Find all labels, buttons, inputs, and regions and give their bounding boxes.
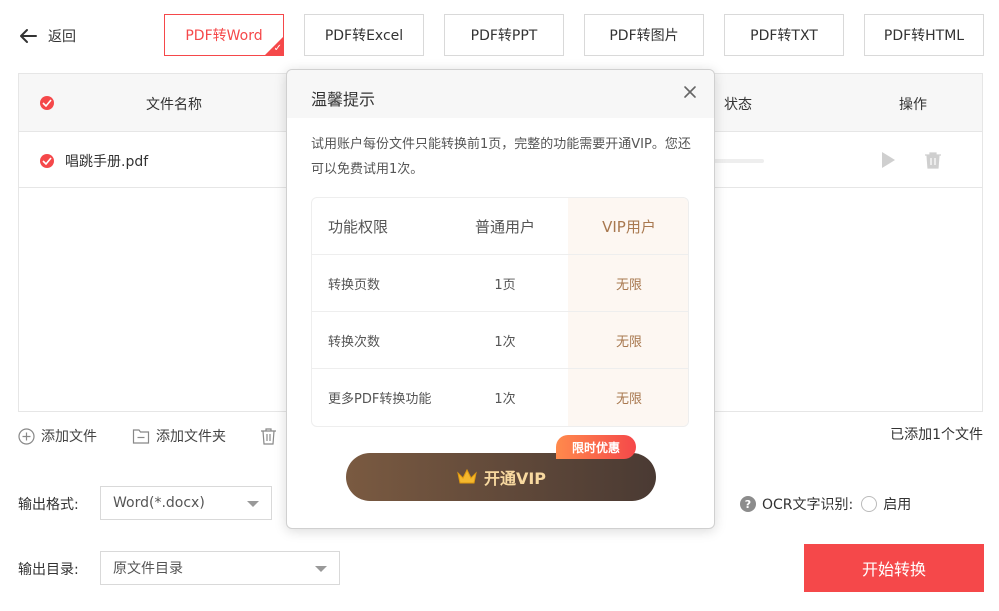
- chevron-down-icon: [315, 566, 327, 572]
- folder-icon: [132, 428, 150, 444]
- add-file-button[interactable]: 添加文件: [18, 426, 97, 446]
- table-row: 转换页数 1页 无限: [312, 255, 688, 312]
- promo-badge: 限时优惠: [556, 435, 636, 459]
- row-checkbox[interactable]: [40, 154, 54, 168]
- back-label: 返回: [48, 29, 76, 45]
- open-vip-button[interactable]: 开通VIP: [346, 453, 656, 501]
- file-name: 唱跳手册.pdf: [65, 154, 149, 170]
- play-icon[interactable]: [880, 151, 896, 169]
- ocr-option: ? OCR文字识别: 启用: [740, 494, 911, 514]
- clear-files-button[interactable]: [260, 426, 277, 446]
- output-format-select[interactable]: Word(*.docx): [100, 486, 272, 520]
- ocr-enable-label[interactable]: 启用: [883, 494, 911, 514]
- tab-pdf-to-word[interactable]: PDF转Word ✓: [164, 14, 284, 56]
- output-format-label: 输出格式:: [18, 497, 79, 513]
- column-file-name: 文件名称: [146, 97, 202, 113]
- add-folder-button[interactable]: 添加文件夹: [132, 426, 226, 446]
- tab-pdf-to-image[interactable]: PDF转图片: [584, 14, 704, 56]
- check-icon: [42, 99, 52, 107]
- ocr-enable-radio[interactable]: [861, 496, 878, 512]
- modal-header: 温馨提示: [287, 70, 714, 118]
- start-convert-button[interactable]: 开始转换: [804, 544, 984, 592]
- column-action: 操作: [899, 97, 927, 113]
- check-icon: [42, 157, 52, 165]
- chevron-down-icon: [247, 501, 259, 507]
- output-dir-select[interactable]: 原文件目录: [100, 551, 340, 585]
- trash-icon[interactable]: [924, 151, 942, 169]
- select-all-checkbox[interactable]: [40, 96, 54, 110]
- question-icon[interactable]: ?: [740, 496, 756, 512]
- table-row: 功能权限 普通用户 VIP用户: [312, 198, 688, 255]
- column-status: 状态: [724, 97, 752, 113]
- table-row: 转换次数 1次 无限: [312, 312, 688, 369]
- progress-bar: [714, 159, 764, 163]
- tab-pdf-to-ppt[interactable]: PDF转PPT: [444, 14, 564, 56]
- plus-circle-icon: [18, 427, 35, 445]
- modal-title: 温馨提示: [311, 90, 376, 109]
- output-dir-label: 输出目录:: [18, 562, 79, 578]
- table-row: 更多PDF转换功能 1次 无限: [328, 392, 642, 407]
- back-button[interactable]: 返回: [18, 24, 76, 48]
- close-icon[interactable]: [680, 82, 700, 102]
- ocr-label: OCR文字识别:: [762, 497, 854, 513]
- tab-pdf-to-excel[interactable]: PDF转Excel: [304, 14, 424, 56]
- tab-pdf-to-html[interactable]: PDF转HTML: [864, 14, 984, 56]
- arrow-left-icon: [20, 29, 37, 43]
- vip-tip-modal: 温馨提示 试用账户每份文件只能转换前1页，完整的功能需要开通VIP。您还可以免费…: [286, 69, 715, 529]
- added-count: 已添加1个文件: [890, 427, 983, 443]
- crown-icon: [457, 468, 477, 484]
- tab-pdf-to-txt[interactable]: PDF转TXT: [724, 14, 844, 56]
- privilege-table: 功能权限 普通用户 VIP用户 转换页数 1页 无限 转换次数 1次 无限 更多…: [311, 197, 689, 427]
- modal-description: 试用账户每份文件只能转换前1页，完整的功能需要开通VIP。您还可以免费试用1次。: [311, 137, 691, 177]
- check-icon: ✓: [273, 43, 282, 54]
- trash-icon: [261, 428, 276, 445]
